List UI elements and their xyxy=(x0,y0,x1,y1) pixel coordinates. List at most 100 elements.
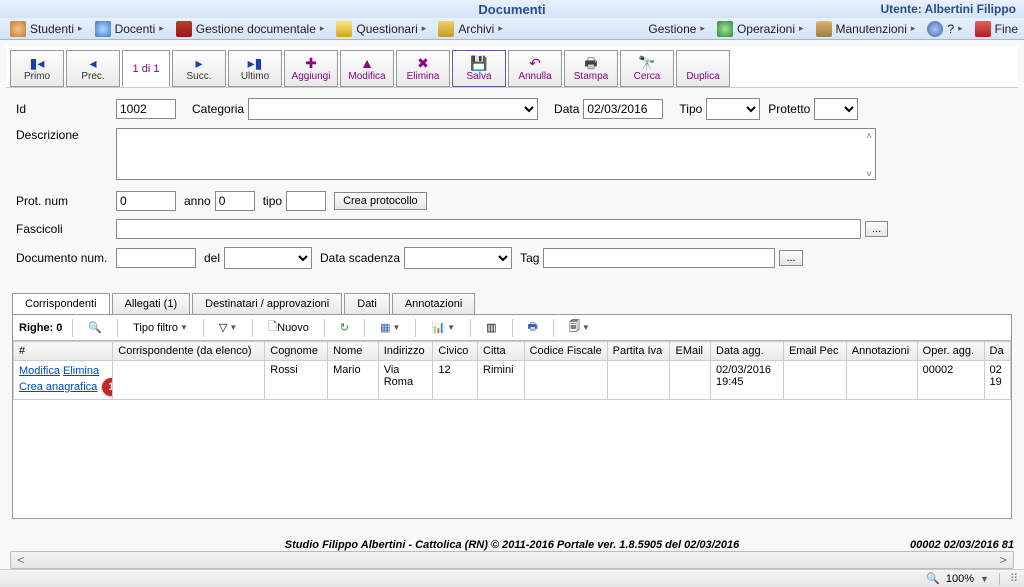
crea-protocollo-button[interactable]: Crea protocollo xyxy=(334,192,427,210)
col-corrispondente[interactable]: Corrispondente (da elenco) xyxy=(113,342,265,361)
protnum-field[interactable] xyxy=(116,191,176,211)
col-nome[interactable]: Nome xyxy=(328,342,379,361)
scroll-up-icon[interactable]: ˄ xyxy=(866,131,872,142)
zoom-level: 100% xyxy=(946,573,974,585)
menu-manutenzioni[interactable]: Manutenzioni▸ xyxy=(810,18,922,39)
print-button[interactable]: 🖶Stampa xyxy=(564,50,618,87)
undo-icon: ↶ xyxy=(529,55,541,71)
menu-archivi[interactable]: Archivi▸ xyxy=(432,18,509,39)
tag-label: Tag xyxy=(520,251,539,265)
menu-help[interactable]: ?▸ xyxy=(921,18,968,39)
cell-da: 02 19 xyxy=(984,361,1010,400)
tipo-select[interactable] xyxy=(706,98,760,120)
docnum-field[interactable] xyxy=(116,248,196,268)
resize-grip-icon[interactable]: ⠿ xyxy=(1010,572,1018,585)
fascicoli-field[interactable] xyxy=(116,219,861,239)
doc-management-icon xyxy=(176,21,192,37)
scroll-right-icon[interactable]: > xyxy=(993,553,1013,567)
first-button[interactable]: ▮◂Primo xyxy=(10,50,64,87)
menu-questionari[interactable]: Questionari▸ xyxy=(330,18,432,39)
grid-search-button[interactable]: 🔍 xyxy=(83,319,107,336)
scroll-down-icon[interactable]: ˅ xyxy=(866,169,872,180)
new-page-icon: 🗋 xyxy=(268,318,277,337)
row-create-anagrafica-link[interactable]: Crea anagrafica xyxy=(19,381,97,393)
chevron-down-icon: ▼ xyxy=(447,323,455,332)
col-annotazioni[interactable]: Annotazioni xyxy=(846,342,917,361)
footer-text: Studio Filippo Albertini - Cattolica (RN… xyxy=(285,539,739,551)
row-edit-link[interactable]: Modifica xyxy=(19,365,60,377)
table-row[interactable]: Modifica Elimina Crea anagrafica 1 Rossi… xyxy=(14,361,1011,400)
last-button[interactable]: ▸▮Ultimo xyxy=(228,50,282,87)
search-button[interactable]: 🔭Cerca xyxy=(620,50,674,87)
tag-browse-button[interactable]: ... xyxy=(779,250,802,266)
zoom-dropdown-icon[interactable]: ▼ xyxy=(980,574,989,584)
save-button[interactable]: 💾Salva xyxy=(452,50,506,87)
col-cognome[interactable]: Cognome xyxy=(265,342,328,361)
id-field[interactable] xyxy=(116,99,176,119)
footer-right: 00002 02/03/2016 81 xyxy=(910,539,1014,551)
cell-emailpec xyxy=(783,361,846,400)
tab-destinatari[interactable]: Destinatari / approvazioni xyxy=(192,293,342,314)
tipo2-field[interactable] xyxy=(286,191,326,211)
tab-corrispondenti[interactable]: Corrispondenti xyxy=(12,293,110,314)
id-label: Id xyxy=(16,102,116,116)
col-dataagg[interactable]: Data agg. xyxy=(711,342,784,361)
protetto-select[interactable] xyxy=(814,98,858,120)
zoom-magnifier-icon[interactable]: 🔍 xyxy=(926,572,940,585)
cell-email xyxy=(670,361,711,400)
delete-button[interactable]: ✖Elimina xyxy=(396,50,450,87)
new-row-button[interactable]: 🗋 Nuovo xyxy=(263,316,314,339)
col-email[interactable]: EMail xyxy=(670,342,711,361)
tab-annotazioni[interactable]: Annotazioni xyxy=(392,293,476,314)
print-grid-button[interactable]: 🖶 xyxy=(523,316,543,339)
fascicoli-browse-button[interactable]: ... xyxy=(865,221,888,237)
col-emailpec[interactable]: Email Pec xyxy=(783,342,846,361)
menu-gestione[interactable]: Gestione▸ xyxy=(642,18,711,39)
magnifier-icon: 🔍 xyxy=(88,321,102,334)
duplicate-button[interactable]: Duplica xyxy=(676,50,730,87)
page-icon: 🗐 xyxy=(569,318,580,337)
prev-button[interactable]: ◂Prec. xyxy=(66,50,120,87)
grid-header-row: # Corrispondente (da elenco) Cognome Nom… xyxy=(14,342,1011,361)
refresh-button[interactable]: ↻ xyxy=(335,319,354,336)
add-button[interactable]: ✚Aggiungi xyxy=(284,50,338,87)
filter-type-dropdown[interactable]: Tipo filtro▼ xyxy=(128,320,193,336)
horizontal-scrollbar[interactable]: < > xyxy=(10,551,1014,569)
tab-allegati[interactable]: Allegati (1) xyxy=(112,293,191,314)
edit-button[interactable]: ▲Modifica xyxy=(340,50,394,87)
col-operagg[interactable]: Oper. agg. xyxy=(917,342,984,361)
archives-icon xyxy=(438,21,454,37)
questionnaire-icon xyxy=(336,21,352,37)
cell-piva xyxy=(607,361,670,400)
next-button[interactable]: ▸Succ. xyxy=(172,50,226,87)
del-select[interactable] xyxy=(224,247,312,269)
tabs-row: Corrispondenti Allegati (1) Destinatari … xyxy=(12,293,1008,314)
undo-button[interactable]: ↶Annulla xyxy=(508,50,562,87)
col-piva[interactable]: Partita Iva xyxy=(607,342,670,361)
grid-view-dropdown[interactable]: ▦▼ xyxy=(375,319,405,336)
col-civico[interactable]: Civico xyxy=(433,342,478,361)
categoria-select[interactable] xyxy=(248,98,538,120)
col-hash[interactable]: # xyxy=(14,342,113,361)
scadenza-select[interactable] xyxy=(404,247,512,269)
menu-operazioni[interactable]: Operazioni▸ xyxy=(711,18,810,39)
col-citta[interactable]: Citta xyxy=(478,342,525,361)
col-da[interactable]: Da xyxy=(984,342,1010,361)
menu-gestione-documentale[interactable]: Gestione documentale▸ xyxy=(170,18,331,39)
row-delete-link[interactable]: Elimina xyxy=(63,365,99,377)
col-cf[interactable]: Codice Fiscale xyxy=(524,342,607,361)
filter-funnel-button[interactable]: ▽▼ xyxy=(214,319,242,336)
menu-studenti[interactable]: Studenti▸ xyxy=(4,18,89,39)
export-dropdown[interactable]: 📊▼ xyxy=(426,319,460,336)
scroll-left-icon[interactable]: < xyxy=(11,553,31,567)
data-field[interactable] xyxy=(583,99,663,119)
descrizione-field[interactable] xyxy=(116,128,876,180)
tag-field[interactable] xyxy=(543,248,775,268)
more-dropdown[interactable]: 🗐▼ xyxy=(564,316,595,339)
columns-button[interactable]: ▥ xyxy=(481,319,501,336)
col-indirizzo[interactable]: Indirizzo xyxy=(378,342,433,361)
menu-docenti[interactable]: Docenti▸ xyxy=(89,18,170,39)
anno-field[interactable] xyxy=(215,191,255,211)
menu-fine[interactable]: Fine xyxy=(969,18,1024,39)
tab-dati[interactable]: Dati xyxy=(344,293,390,314)
